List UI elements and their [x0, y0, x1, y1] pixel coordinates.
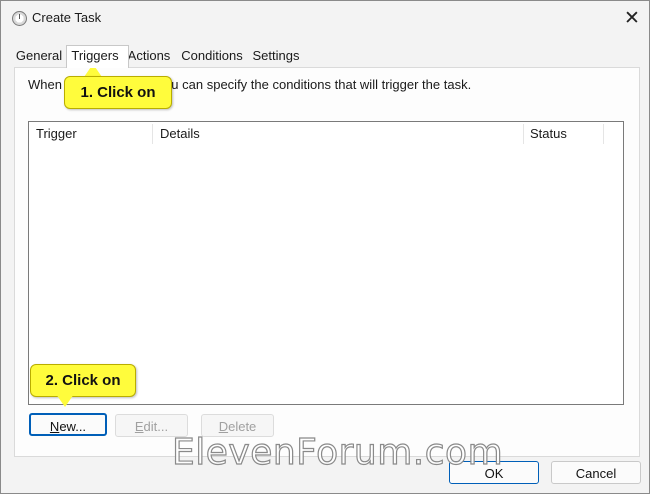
tab-general[interactable]: General [13, 45, 65, 67]
window-title: Create Task [32, 10, 102, 25]
callout-step-1: 1. Click on [64, 76, 172, 109]
tab-conditions[interactable]: Conditions [178, 45, 246, 67]
description-end: ou can specify the conditions that will … [164, 77, 472, 92]
title-bar: Create Task ✕ [1, 1, 649, 35]
column-header-trigger[interactable]: Trigger [29, 122, 153, 146]
new-label: ew... [59, 419, 87, 434]
cancel-button[interactable]: Cancel [551, 461, 641, 484]
edit-label: dit... [143, 419, 169, 434]
column-header-details[interactable]: Details [153, 122, 523, 146]
triggers-list[interactable]: Trigger Details Status [28, 121, 624, 405]
edit-mnemonic: E [134, 419, 144, 434]
close-button[interactable]: ✕ [617, 4, 647, 32]
callout-pointer [56, 394, 74, 407]
column-separator [603, 124, 604, 144]
clock-icon [12, 11, 27, 26]
tab-settings[interactable]: Settings [251, 45, 301, 67]
new-mnemonic: N [49, 419, 60, 434]
tab-actions[interactable]: Actions [127, 45, 171, 67]
tab-triggers-label: Triggers [71, 48, 119, 63]
close-icon: ✕ [624, 7, 640, 29]
column-header-status[interactable]: Status [523, 122, 603, 146]
new-trigger-button[interactable]: New... [29, 413, 107, 436]
callout-step-2: 2. Click on [30, 364, 136, 397]
site-watermark: ElevenForum.com [171, 431, 504, 473]
